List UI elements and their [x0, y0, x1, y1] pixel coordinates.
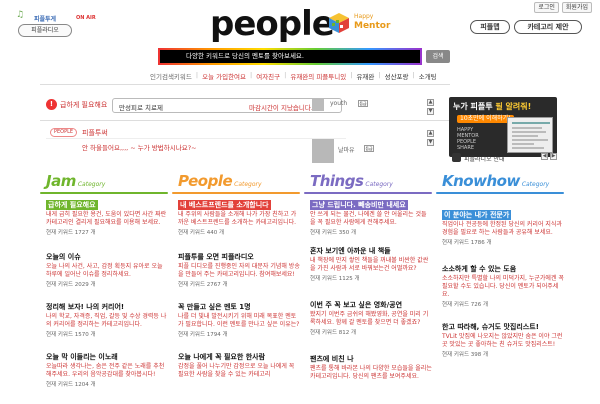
category-suggest-button[interactable]: 카테고리 제안 — [514, 20, 582, 34]
on-air-badge: ON AIR — [76, 15, 96, 21]
list-item[interactable]: 피플투를 오면 피플라디오 피플 디디오를 진행중인 자의 대문자 기념해 방송… — [178, 252, 300, 289]
grade-badge: 등급 — [358, 100, 368, 107]
login-link[interactable]: 로그인 — [534, 2, 559, 13]
radio-title: 피플투게 — [34, 16, 57, 23]
list-item[interactable]: 한고 따라해, 슈거도 맛집리스트! TVLit 맛집에 나오지는 않았지만 숨… — [442, 322, 564, 359]
category-header-jam[interactable]: Jam Category — [46, 172, 105, 198]
alert-icon: ! — [46, 99, 57, 110]
username[interactable]: youth — [330, 100, 347, 107]
next-icon[interactable]: ▶ — [550, 153, 557, 160]
keyword-link[interactable]: 여자친구 — [256, 71, 280, 81]
urgent-question: 만성피로 치료제 — [119, 104, 163, 112]
scroll-up-icon[interactable]: ▲ — [427, 130, 434, 137]
list-item[interactable]: 그냥 드립니다. 빼송비만 내세요 안 쓰게 되는 물건, 나에겐 쓸 안 어울… — [310, 200, 432, 237]
list-item[interactable]: 오늘 막 이들리는 이노래 오늘따라 생각나는, 숨은 전주 같은 노래를 추천… — [46, 352, 168, 389]
guide-subtitle: 10초만에 이해하기! — [457, 115, 514, 123]
list-item[interactable]: 이번 주 꼭 보고 싶은 영화/공연 봤지기 이번주 금쉬의 해봤영화, 공연을… — [310, 300, 432, 337]
scroll-up-icon[interactable]: ▲ — [427, 99, 434, 106]
divider — [40, 120, 450, 121]
list-item[interactable]: 오늘의 이슈 오늘 나의 사건, 사고, 감정 획등지 유아로 오늘 하루에 일… — [46, 252, 168, 289]
list-item[interactable]: 이 분야는 내가 전문가 직업이나 전공등에 한정된 당신의 커리어 지식과 경… — [442, 210, 564, 247]
keyword-link[interactable]: 성산포랑 — [385, 71, 409, 81]
radio-guide-label: 피플라디오 안내 — [464, 156, 505, 163]
list-item[interactable]: 정리해 보자! 나의 커리어! 나의 학교, 자격증, 직업, 갈등 및 수상 … — [46, 302, 168, 339]
people-mail-row: PEOPLE 피플투써 안 하울들어요,,,, ~ 누가 방법하시나요?~ 날마… — [46, 126, 436, 166]
people-mail-message[interactable]: 안 하울들어요,,,, ~ 누가 방법하시나요?~ — [82, 142, 197, 152]
signup-link[interactable]: 회원가입 — [561, 2, 592, 13]
music-notes-icon: ♫ — [16, 10, 25, 20]
top-links: 로그인 회원가입 — [534, 2, 592, 13]
guide-screenshot-image — [507, 117, 553, 153]
urgent-status: 마감시간이 지났습니다. — [249, 104, 313, 112]
search-button[interactable]: 검색 — [426, 50, 450, 63]
keyword-link[interactable]: 유재완의 피플투니있 — [290, 71, 346, 81]
username[interactable]: 날마유 — [338, 145, 355, 154]
avatar[interactable] — [312, 139, 334, 163]
divider — [40, 84, 450, 85]
list-item[interactable]: 혼자 보기엔 아까운 내 책들 내 책장에 만지 쌓인 책들을 꺼내볼 비싼한 … — [310, 246, 432, 283]
people-mail-title[interactable]: 피플투써 — [82, 128, 108, 138]
popular-keywords: 인기검색키워드 | 오늘 가입한여요 | 여자친구 | 유재완의 피플투니있 | 유재… — [150, 71, 437, 81]
scroll-down-icon[interactable]: ▼ — [427, 139, 434, 146]
list-item[interactable]: 꼭 만들고 싶은 멘토 1명 나를 더 빛내 발전시키기 위해 미래 목표한 멘… — [178, 302, 300, 339]
logo-happy: Happy — [354, 13, 374, 20]
radio-icon — [452, 153, 461, 162]
list-item[interactable]: 내 베스트프렌드를 소개합니다 내 주위의 사람들을 소개해 나가 가장 친하고… — [178, 200, 300, 237]
logo-wordmark: people — [210, 4, 335, 44]
urgent-label[interactable]: 급하게 필요해요 — [60, 100, 107, 110]
list-item[interactable]: 급하게 필요해요 내게 급히 필요한 용건, 도움이 있다면 사간 짜란 카테고… — [46, 200, 168, 237]
search-input[interactable]: 다양한 키워드로 당신의 멘토를 찾아보세요. — [158, 48, 422, 65]
keyword-link[interactable]: 오늘 가입한여요 — [202, 71, 246, 81]
category-header-people[interactable]: People Category — [178, 172, 262, 198]
list-item[interactable]: 소소하게 할 수 있는 도움 소소하지만 특별할 나의 미덕가지, 누군가에겐 … — [442, 264, 564, 309]
list-item[interactable]: 오늘 나에게 꼭 필요한 한사람 감정을 풀어 나누기만 감정으로 오늘 나에게… — [178, 352, 300, 379]
popular-keywords-label: 인기검색키워드 — [150, 73, 192, 81]
search-placeholder: 다양한 키워드로 당신의 멘토를 찾아보세요. — [186, 52, 304, 60]
guide-headline: 누가 피플투 필 알려줘! — [453, 102, 532, 111]
people-tag: PEOPLE — [50, 128, 78, 137]
category-line-jam — [40, 192, 168, 194]
radio-banner[interactable]: ♫ 피플투게 ON AIR 피플라디오 — [16, 10, 116, 42]
grade-badge: 등급 — [364, 145, 374, 152]
people-radio-button[interactable]: 피플라디오 — [18, 24, 72, 37]
people-map-button[interactable]: 피플맵 — [470, 20, 510, 34]
category-header-knowhow[interactable]: Knowhow Category — [442, 172, 549, 198]
prev-icon[interactable]: ◀ — [541, 153, 548, 160]
keyword-link[interactable]: 소개팅 — [419, 71, 437, 81]
category-line-things — [304, 192, 432, 194]
keyword-link[interactable]: 유재완 — [356, 71, 374, 81]
urgent-ticker: ! 급하게 필요해요 만성피로 치료제 마감시간이 지났습니다. youth 등… — [46, 97, 436, 114]
scroll-down-icon[interactable]: ▼ — [427, 108, 434, 115]
urgent-question-box[interactable]: 만성피로 치료제 마감시간이 지났습니다. — [112, 98, 342, 113]
avatar[interactable] — [312, 98, 324, 111]
category-line-knowhow — [436, 192, 564, 194]
list-item[interactable]: 팬츠에 비친 나 팬츠를 통해 바라본 나의 다양한 모습들을 올리는 카테고리… — [310, 354, 432, 381]
guide-small: SHARE — [457, 145, 474, 151]
guide-banner[interactable]: 누가 피플투 필 알려줘! 10초만에 이해하기! HAPPY MENTOR P… — [449, 97, 557, 157]
logo-mentor: Mentor — [354, 21, 391, 31]
cube-logo-icon — [329, 13, 349, 33]
category-header-things[interactable]: Things Category — [310, 172, 393, 198]
category-line-people — [172, 192, 300, 194]
